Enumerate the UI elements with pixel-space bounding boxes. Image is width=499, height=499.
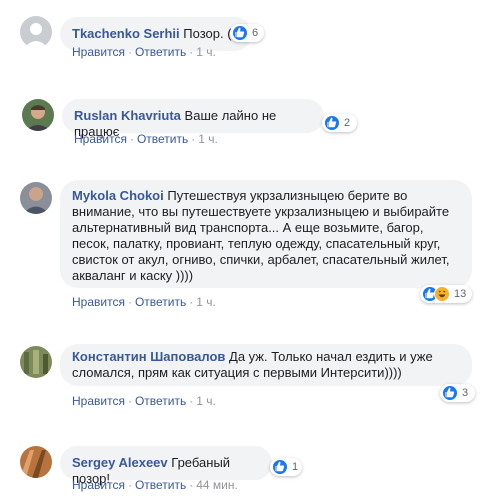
- reply-link[interactable]: Ответить: [135, 295, 186, 309]
- like-link[interactable]: Нравится: [72, 45, 125, 59]
- comment-actions: Нравится · Ответить · 1 ч.: [72, 45, 216, 59]
- separator: ·: [191, 132, 196, 146]
- comment-author[interactable]: Ruslan Khavriuta: [74, 108, 181, 123]
- separator: ·: [129, 132, 134, 146]
- comment-bubble: Mykola Chokoi Путешествуя укрзализныцею …: [60, 180, 472, 288]
- comment-author[interactable]: Константин Шаповалов: [72, 349, 225, 364]
- comment-actions: Нравится · Ответить · 1 ч.: [74, 132, 218, 146]
- reaction-count: 3: [462, 387, 469, 399]
- reaction-count: 6: [252, 27, 259, 39]
- comment-bubble: Sergey Alexeev Гребаный позор!: [60, 446, 272, 486]
- reactions-summary[interactable]: 3: [440, 384, 475, 402]
- comment-author[interactable]: Tkachenko Serhii: [72, 26, 180, 41]
- reply-link[interactable]: Ответить: [135, 45, 186, 59]
- comment-item: Sergey Alexeev Гребаный позор! 1 Нравитс…: [0, 440, 499, 499]
- reply-link[interactable]: Ответить: [135, 394, 186, 408]
- separator: ·: [189, 45, 194, 59]
- like-link[interactable]: Нравится: [72, 295, 125, 309]
- like-icon: [324, 115, 340, 131]
- separator: ·: [189, 394, 194, 408]
- like-icon: [232, 25, 248, 41]
- separator: ·: [189, 295, 194, 309]
- comment-item: Константин Шаповалов Да уж. Только начал…: [0, 340, 499, 420]
- reactions-summary[interactable]: 6: [230, 24, 264, 42]
- avatar[interactable]: [20, 346, 52, 378]
- like-link[interactable]: Нравится: [72, 394, 125, 408]
- reaction-count: 1: [292, 461, 299, 473]
- timestamp[interactable]: 1 ч.: [198, 132, 218, 146]
- avatar[interactable]: [20, 16, 52, 48]
- timestamp[interactable]: 1 ч.: [196, 394, 216, 408]
- separator: ·: [189, 478, 194, 492]
- comment-item: Mykola Chokoi Путешествуя укрзализныцею …: [0, 178, 499, 318]
- avatar[interactable]: [20, 182, 52, 214]
- reply-link[interactable]: Ответить: [137, 132, 188, 146]
- comment-author[interactable]: Mykola Chokoi: [72, 188, 164, 203]
- comment-item: Tkachenko Serhii Позор. ( 6 Нравится · Отв…: [0, 0, 499, 70]
- reaction-count: 13: [454, 288, 467, 300]
- separator: ·: [127, 478, 132, 492]
- timestamp[interactable]: 1 ч.: [196, 295, 216, 309]
- like-icon: [442, 385, 458, 401]
- reply-link[interactable]: Ответить: [135, 478, 186, 492]
- separator: ·: [127, 394, 132, 408]
- comment-actions: Нравится · Ответить · 1 ч.: [72, 295, 216, 309]
- like-link[interactable]: Нравится: [74, 132, 127, 146]
- comment-actions: Нравится · Ответить · 44 мин.: [72, 478, 238, 492]
- comment-bubble: Ruslan Khavriuta Ваше лайно не працює: [62, 99, 324, 139]
- comment-author[interactable]: Sergey Alexeev: [72, 455, 168, 470]
- avatar[interactable]: [22, 99, 54, 131]
- separator: ·: [127, 45, 132, 59]
- comment-item: Ruslan Khavriuta Ваше лайно не працює 2 …: [0, 95, 499, 155]
- reactions-summary[interactable]: 2: [322, 114, 357, 132]
- reactions-summary[interactable]: 13: [420, 285, 472, 303]
- avatar[interactable]: [20, 446, 52, 478]
- comment-actions: Нравится · Ответить · 1 ч.: [72, 394, 216, 408]
- like-link[interactable]: Нравится: [72, 478, 125, 492]
- reaction-count: 2: [344, 117, 351, 129]
- like-icon: [272, 459, 288, 475]
- reactions-summary[interactable]: 1: [270, 458, 302, 476]
- separator: ·: [127, 295, 132, 309]
- comment-bubble: Константин Шаповалов Да уж. Только начал…: [60, 344, 472, 386]
- comment-text: Позор. (: [183, 26, 232, 41]
- timestamp[interactable]: 44 мин.: [196, 478, 238, 492]
- haha-icon: [434, 286, 450, 302]
- timestamp[interactable]: 1 ч.: [196, 45, 216, 59]
